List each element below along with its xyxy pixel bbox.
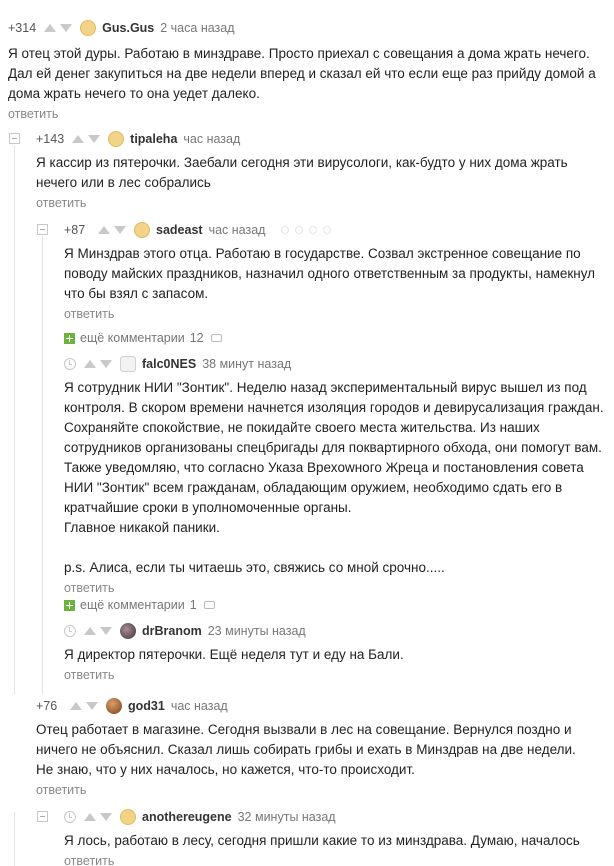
clock-icon: [64, 625, 76, 637]
clock-icon: [64, 811, 76, 823]
reply-button[interactable]: ответить: [64, 854, 614, 866]
comment-time[interactable]: час назад: [209, 223, 266, 237]
avatar[interactable]: [120, 809, 136, 825]
comment-text: Я лось, работаю в лесу, сегодня пришли к…: [64, 833, 580, 848]
comment: falc0NES 38 минут назад Я сотрудник НИИ …: [64, 354, 614, 597]
downvote-icon[interactable]: [114, 226, 126, 234]
downvote-icon[interactable]: [100, 813, 112, 821]
reply-button[interactable]: ответить: [8, 107, 614, 123]
action-icons: [281, 226, 332, 234]
upvote-icon[interactable]: [72, 135, 85, 143]
comment-time[interactable]: 38 минут назад: [202, 357, 291, 371]
comment-time[interactable]: 2 часа назад: [160, 21, 234, 35]
reply-button[interactable]: ответить: [36, 783, 614, 799]
more-comments-label[interactable]: ещё комментарии: [80, 331, 185, 345]
comment-text: Я кассир из пятерочки. Заебали сегодня э…: [36, 155, 568, 190]
reply-button[interactable]: ответить: [64, 307, 614, 323]
avatar[interactable]: [106, 698, 122, 714]
comment-time[interactable]: час назад: [183, 132, 240, 146]
reply-button[interactable]: ответить: [36, 196, 614, 212]
downvote-icon[interactable]: [88, 135, 101, 143]
comment-bubble-icon: [203, 601, 215, 609]
clock-icon: [64, 358, 76, 370]
comment: drBranom 23 минуты назад Я директор пяте…: [64, 621, 614, 684]
avatar[interactable]: [80, 20, 97, 36]
avatar[interactable]: [120, 356, 136, 372]
downvote-icon[interactable]: [60, 24, 73, 32]
more-comments-label[interactable]: ещё комментарии: [80, 598, 185, 612]
comment-author[interactable]: Gus.Gus: [102, 21, 154, 35]
avatar[interactable]: [108, 131, 125, 147]
comment: +76 god31 час назад Отец работает в мага…: [36, 696, 614, 799]
more-comments-count[interactable]: 12: [190, 331, 204, 345]
comment-author[interactable]: tipaleha: [130, 132, 177, 146]
collapse-icon[interactable]: [9, 133, 20, 144]
thread-line: [14, 812, 15, 866]
avatar[interactable]: [134, 222, 150, 238]
comment-text: Отец работает в магазине. Сегодня вызвал…: [36, 722, 576, 777]
thread-line: [14, 146, 15, 694]
avatar[interactable]: [120, 623, 136, 639]
expand-icon[interactable]: [64, 332, 75, 344]
comment-author[interactable]: drBranom: [142, 624, 202, 638]
upvote-icon[interactable]: [70, 702, 82, 710]
comment-rating: +143: [36, 132, 65, 146]
more-comments[interactable]: ещё комментарии 1: [64, 595, 215, 615]
downvote-icon[interactable]: [100, 360, 112, 368]
upvote-icon[interactable]: [84, 360, 96, 368]
collapse-icon[interactable]: [37, 811, 48, 822]
upvote-icon[interactable]: [84, 627, 96, 635]
comment-author[interactable]: falc0NES: [142, 357, 196, 371]
comment-text: Я директор пятерочки. Ещё неделя тут и е…: [64, 647, 404, 662]
comment-author[interactable]: god31: [128, 699, 165, 713]
more-comments[interactable]: ещё комментарии 12: [64, 328, 222, 348]
comment-time[interactable]: 23 минуты назад: [208, 624, 306, 638]
comment-rating: +76: [36, 699, 58, 713]
comment-rating: +314: [8, 21, 37, 35]
upvote-icon[interactable]: [44, 24, 57, 32]
comment-author[interactable]: sadeast: [156, 223, 203, 237]
comment-text: Я сотрудник НИИ "Зонтик". Неделю назад э…: [64, 380, 604, 575]
comment-text: Я Минздрав этого отца. Работаю в государ…: [64, 246, 596, 301]
comment-author[interactable]: anothereugene: [142, 810, 232, 824]
thread-line: [42, 236, 43, 694]
comment: +314 Gus.Gus 2 часа назад Я отец этой ду…: [8, 18, 614, 123]
expand-icon[interactable]: [64, 599, 75, 611]
upvote-icon[interactable]: [98, 226, 110, 234]
reply-button[interactable]: ответить: [64, 668, 614, 684]
upvote-icon[interactable]: [84, 813, 96, 821]
comment-bubble-icon: [210, 334, 222, 342]
comment: +87 sadeast час назад Я Минздрав этого о…: [64, 220, 614, 323]
comment: anothereugene 32 минуты назад Я лось, ра…: [64, 807, 614, 866]
comment-time[interactable]: 32 минуты назад: [238, 810, 336, 824]
comment-text: Я отец этой дуры. Работаю в минздраве. П…: [8, 46, 596, 101]
downvote-icon[interactable]: [100, 627, 112, 635]
more-comments-count[interactable]: 1: [190, 598, 197, 612]
comment-rating: +87: [64, 223, 86, 237]
comment: +143 tipaleha час назад Я кассир из пяте…: [36, 129, 614, 212]
downvote-icon[interactable]: [86, 702, 98, 710]
collapse-icon[interactable]: [37, 224, 48, 235]
comment-time[interactable]: час назад: [171, 699, 228, 713]
